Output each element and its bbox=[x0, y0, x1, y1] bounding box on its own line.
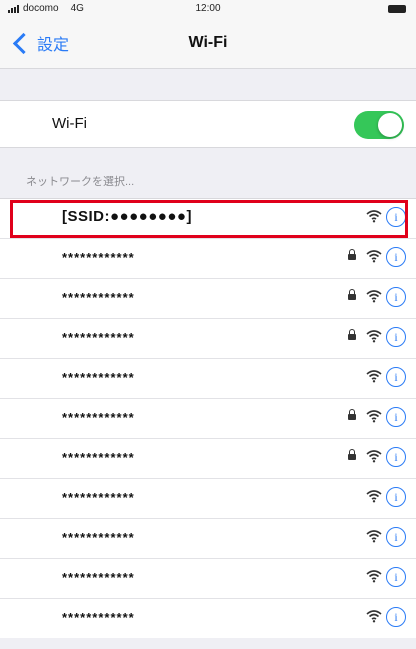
section-header: ネットワークを選択... bbox=[26, 176, 135, 188]
info-icon[interactable]: i bbox=[386, 207, 406, 227]
toggle-knob bbox=[378, 113, 402, 137]
network-row[interactable]: ************ i bbox=[0, 519, 416, 559]
wifi-toggle-row: Wi-Fi bbox=[0, 100, 416, 148]
network-name: ************ bbox=[62, 450, 135, 465]
network-row[interactable]: ************ i bbox=[0, 359, 416, 399]
status-time: 12:00 bbox=[195, 3, 221, 14]
network-name: ************ bbox=[62, 370, 135, 385]
phone-screen: docomo 4G 12:00 設定 Wi-Fi Wi-Fi ネットワークを選択… bbox=[0, 0, 416, 649]
network-name: ************ bbox=[62, 530, 135, 545]
network-name: ************ bbox=[62, 290, 135, 305]
network-row[interactable]: ************ i bbox=[0, 279, 416, 319]
wifi-toggle-switch[interactable] bbox=[354, 111, 404, 139]
info-icon[interactable]: i bbox=[386, 407, 406, 427]
info-icon[interactable]: i bbox=[386, 287, 406, 307]
info-icon[interactable]: i bbox=[386, 247, 406, 267]
network-name: ************ bbox=[62, 330, 135, 345]
wifi-signal-icon bbox=[366, 529, 382, 543]
wifi-signal-icon bbox=[366, 249, 382, 263]
network-row[interactable]: ************ i bbox=[0, 439, 416, 479]
wifi-signal-icon bbox=[366, 569, 382, 583]
info-icon[interactable]: i bbox=[386, 487, 406, 507]
wifi-signal-icon bbox=[366, 449, 382, 463]
network-name: [SSID:●●●●●●●●] bbox=[62, 208, 192, 225]
network-list: [SSID:●●●●●●●●] i ************ i ***********… bbox=[0, 198, 416, 638]
wifi-signal-icon bbox=[366, 329, 382, 343]
info-icon[interactable]: i bbox=[386, 367, 406, 387]
network-row[interactable]: ************ i bbox=[0, 559, 416, 599]
wifi-signal-icon bbox=[366, 409, 382, 423]
network-row[interactable]: ************ i bbox=[0, 399, 416, 439]
wifi-toggle-label: Wi-Fi bbox=[52, 115, 87, 132]
lock-icon bbox=[348, 409, 356, 420]
network-name: ************ bbox=[62, 610, 135, 625]
info-icon[interactable]: i bbox=[386, 607, 406, 627]
nav-bar: 設定 Wi-Fi bbox=[0, 18, 416, 69]
info-icon[interactable]: i bbox=[386, 527, 406, 547]
wifi-signal-icon bbox=[366, 609, 382, 623]
lock-icon bbox=[348, 449, 356, 460]
status-bar: docomo 4G 12:00 bbox=[0, 0, 416, 18]
network-name: ************ bbox=[62, 250, 135, 265]
network-name: ************ bbox=[62, 570, 135, 585]
info-icon[interactable]: i bbox=[386, 447, 406, 467]
info-icon[interactable]: i bbox=[386, 567, 406, 587]
network-row[interactable]: ************ i bbox=[0, 239, 416, 279]
info-icon[interactable]: i bbox=[386, 327, 406, 347]
network-row[interactable]: [SSID:●●●●●●●●] i bbox=[0, 199, 416, 239]
wifi-signal-icon bbox=[366, 289, 382, 303]
lock-icon bbox=[348, 329, 356, 340]
wifi-signal-icon bbox=[366, 369, 382, 383]
network-row[interactable]: ************ i bbox=[0, 479, 416, 519]
battery-icon bbox=[388, 5, 406, 13]
wifi-signal-icon bbox=[366, 489, 382, 503]
network-name: ************ bbox=[62, 410, 135, 425]
wifi-signal-icon bbox=[366, 209, 382, 223]
lock-icon bbox=[348, 289, 356, 300]
page-title: Wi-Fi bbox=[188, 34, 228, 51]
network-name: ************ bbox=[62, 490, 135, 505]
network-row[interactable]: ************ i bbox=[0, 599, 416, 638]
lock-icon bbox=[348, 249, 356, 260]
network-row[interactable]: ************ i bbox=[0, 319, 416, 359]
